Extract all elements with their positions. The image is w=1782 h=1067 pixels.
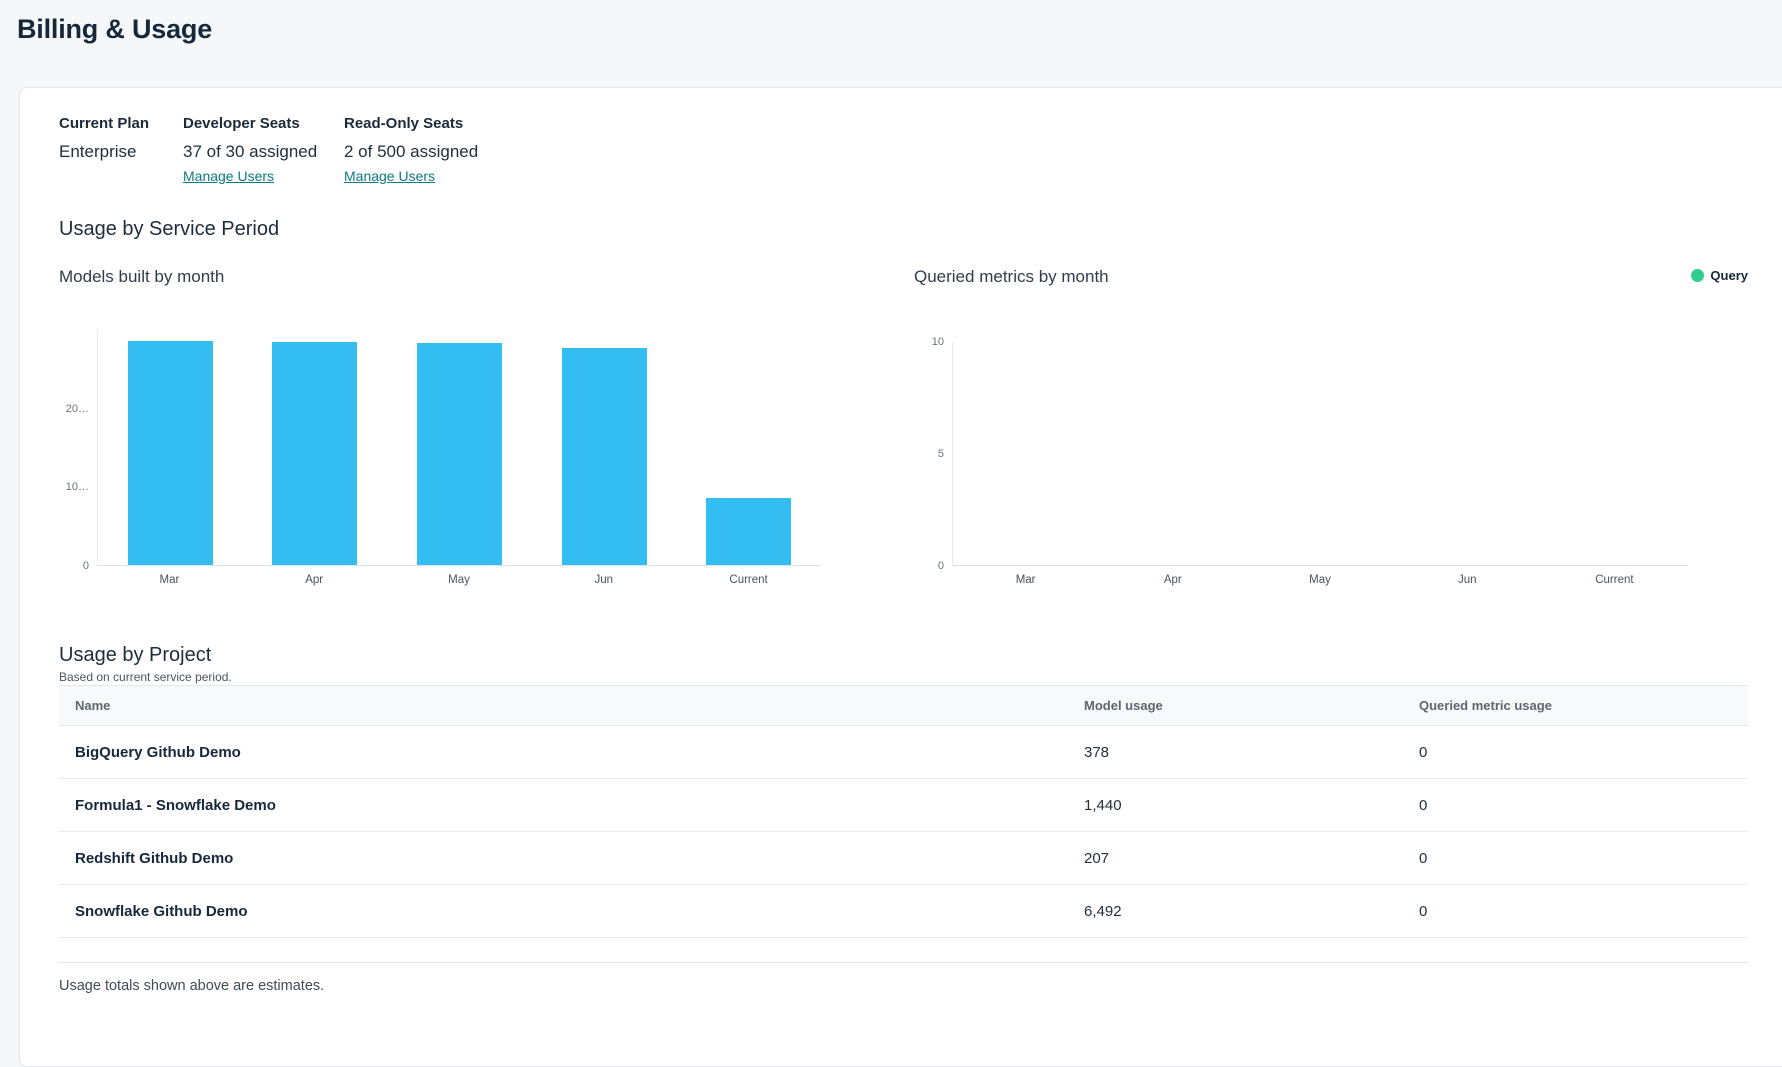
queried-metric-usage-cell: 0 [1403,779,1748,832]
y-axis-tick-label: 0 [59,560,89,572]
table-row: BigQuery Github Demo3780 [59,726,1748,779]
project-name-cell: Formula1 - Snowflake Demo [59,779,1068,832]
table-header-row: Name Model usage Queried metric usage [59,686,1748,726]
usage-estimate-note: Usage totals shown above are estimates. [59,977,1748,995]
bar-slot [1100,342,1247,565]
bar-slot [532,330,677,565]
x-axis-tick-label: May [387,574,532,586]
model-usage-cell: 207 [1068,832,1403,885]
column-header-model-usage: Model usage [1068,686,1403,726]
bar-slot [953,342,1100,565]
project-name-cell: Snowflake Github Demo [59,885,1068,938]
bar [706,498,791,565]
bar-slot [1247,342,1394,565]
column-header-name: Name [59,686,1068,726]
query-legend: Query [1691,268,1748,283]
current-plan-value: Enterprise [59,141,183,163]
bar [128,341,213,565]
readonly-seats-label: Read-Only Seats [344,115,478,133]
y-axis-tick-label: 20… [59,403,89,415]
x-axis-tick-label: Mar [97,574,242,586]
bar-slot [1541,342,1688,565]
x-axis-tick-label: Current [1541,574,1688,586]
manage-users-link-developer[interactable]: Manage Users [183,168,274,185]
bar [272,342,357,565]
query-legend-label: Query [1710,268,1748,283]
x-axis-tick-label: Current [676,574,821,586]
x-axis-tick-label: Jun [1394,574,1541,586]
queried-metrics-chart: Queried metrics by month MarAprMayJunCur… [914,266,1748,596]
developer-seats-value: 37 of 30 assigned [183,141,344,163]
y-axis-tick-label: 0 [914,560,944,572]
x-axis-tick-label: Apr [1099,574,1246,586]
developer-seats-label: Developer Seats [183,115,344,133]
bar-slot [387,330,532,565]
current-plan-column: Current Plan Enterprise [59,115,183,186]
readonly-seats-value: 2 of 500 assigned [344,141,478,163]
bar [562,348,647,565]
bar-slot [676,330,821,565]
y-axis-tick-label: 10… [59,481,89,493]
queried-metric-usage-cell: 0 [1403,832,1748,885]
plan-summary: Current Plan Enterprise Developer Seats … [59,115,1748,186]
bar-slot [1394,342,1541,565]
charts-row: Query Models built by month MarAprMayJun… [59,266,1748,596]
x-axis-tick-label: Mar [952,574,1099,586]
x-axis-tick-label: Apr [242,574,387,586]
queried-metrics-plot-area: MarAprMayJunCurrent 0510 [914,342,1748,596]
x-axis-tick-label: May [1246,574,1393,586]
table-row: Formula1 - Snowflake Demo1,4400 [59,779,1748,832]
usage-by-project-heading: Usage by Project [59,642,1748,668]
usage-by-project-subtitle: Based on current service period. [59,670,1748,685]
billing-card: Current Plan Enterprise Developer Seats … [19,87,1782,1067]
bar-slot [243,330,388,565]
bar [417,343,502,565]
model-usage-cell: 1,440 [1068,779,1403,832]
column-header-queried-metric-usage: Queried metric usage [1403,686,1748,726]
table-row: Redshift Github Demo2070 [59,832,1748,885]
x-axis-tick-label: Jun [531,574,676,586]
query-legend-dot-icon [1691,269,1704,282]
page-title: Billing & Usage [17,14,212,45]
model-usage-cell: 378 [1068,726,1403,779]
queried-metric-usage-cell: 0 [1403,726,1748,779]
y-axis-tick-label: 10 [914,336,944,348]
manage-users-link-readonly[interactable]: Manage Users [344,168,435,185]
current-plan-label: Current Plan [59,115,183,133]
project-name-cell: Redshift Github Demo [59,832,1068,885]
readonly-seats-column: Read-Only Seats 2 of 500 assigned Manage… [344,115,478,186]
model-usage-cell: 6,492 [1068,885,1403,938]
usage-by-project-table: Name Model usage Queried metric usage Bi… [59,685,1748,938]
developer-seats-column: Developer Seats 37 of 30 assigned Manage… [183,115,344,186]
queried-metrics-chart-title: Queried metrics by month [914,266,1748,288]
y-axis-tick-label: 5 [914,448,944,460]
footer-divider [59,962,1748,963]
models-chart-title: Models built by month [59,266,871,288]
models-built-chart: Models built by month MarAprMayJunCurren… [59,266,871,596]
usage-by-service-period-heading: Usage by Service Period [59,216,1748,242]
bar-slot [98,330,243,565]
table-row: Snowflake Github Demo6,4920 [59,885,1748,938]
project-name-cell: BigQuery Github Demo [59,726,1068,779]
queried-metric-usage-cell: 0 [1403,885,1748,938]
models-chart-plot-area: MarAprMayJunCurrent 0 10… 20… [59,330,871,596]
